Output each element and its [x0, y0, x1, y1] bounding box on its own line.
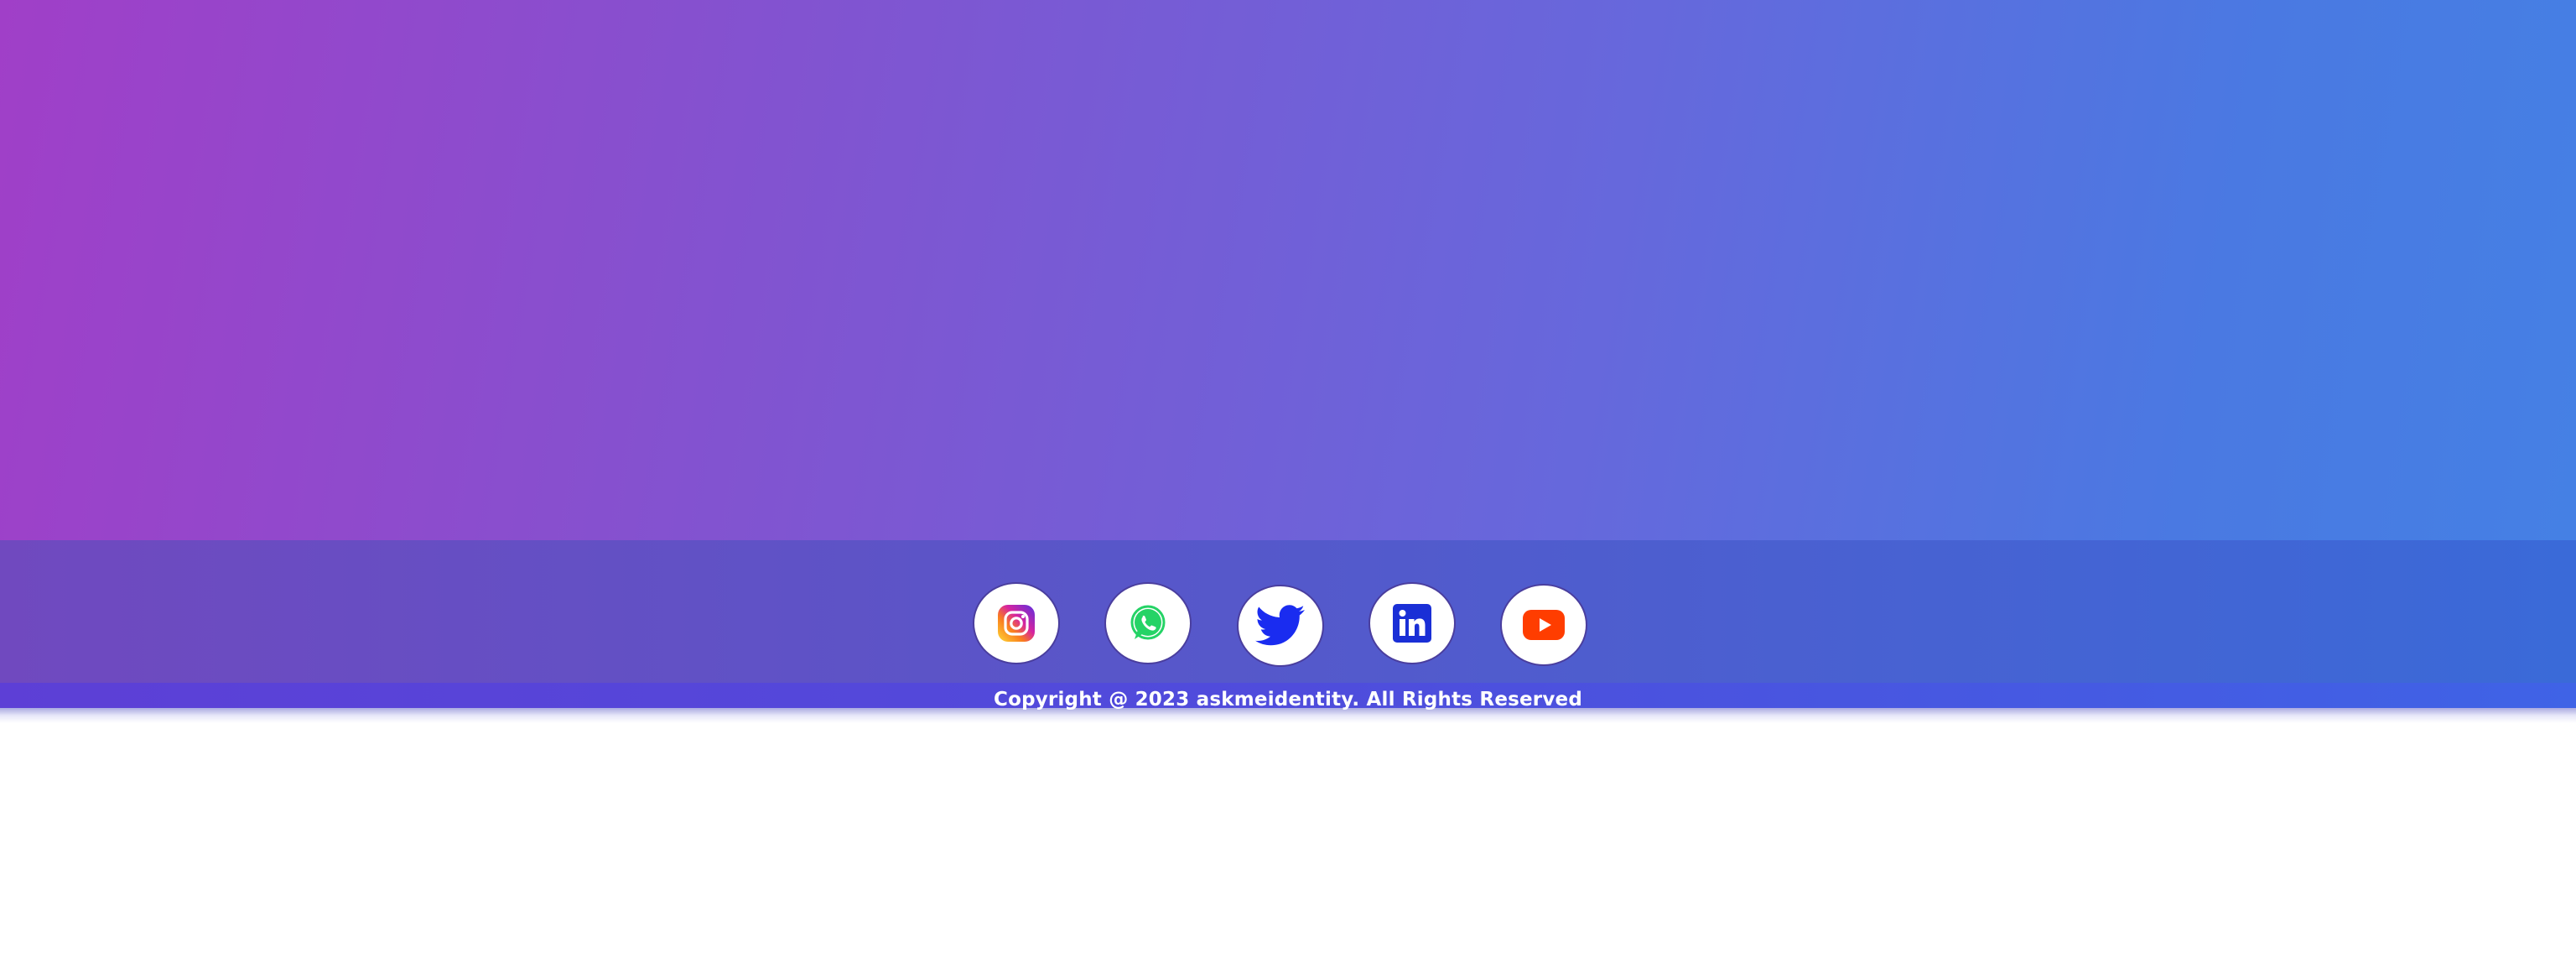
linkedin-icon	[1393, 604, 1431, 643]
copyright-text: Copyright @ 2023 askmeidentity. All Righ…	[993, 689, 1583, 711]
youtube-link[interactable]	[1500, 584, 1587, 666]
social-links-row	[0, 582, 2576, 668]
whatsapp-icon	[1128, 603, 1168, 643]
twitter-icon	[1255, 604, 1306, 648]
youtube-icon	[1522, 608, 1566, 642]
hero-gradient-section	[0, 0, 2576, 540]
linkedin-link[interactable]	[1368, 582, 1456, 664]
whatsapp-link[interactable]	[1104, 582, 1192, 664]
twitter-link[interactable]	[1237, 585, 1324, 667]
instagram-link[interactable]	[973, 582, 1060, 664]
instagram-icon	[996, 603, 1036, 643]
